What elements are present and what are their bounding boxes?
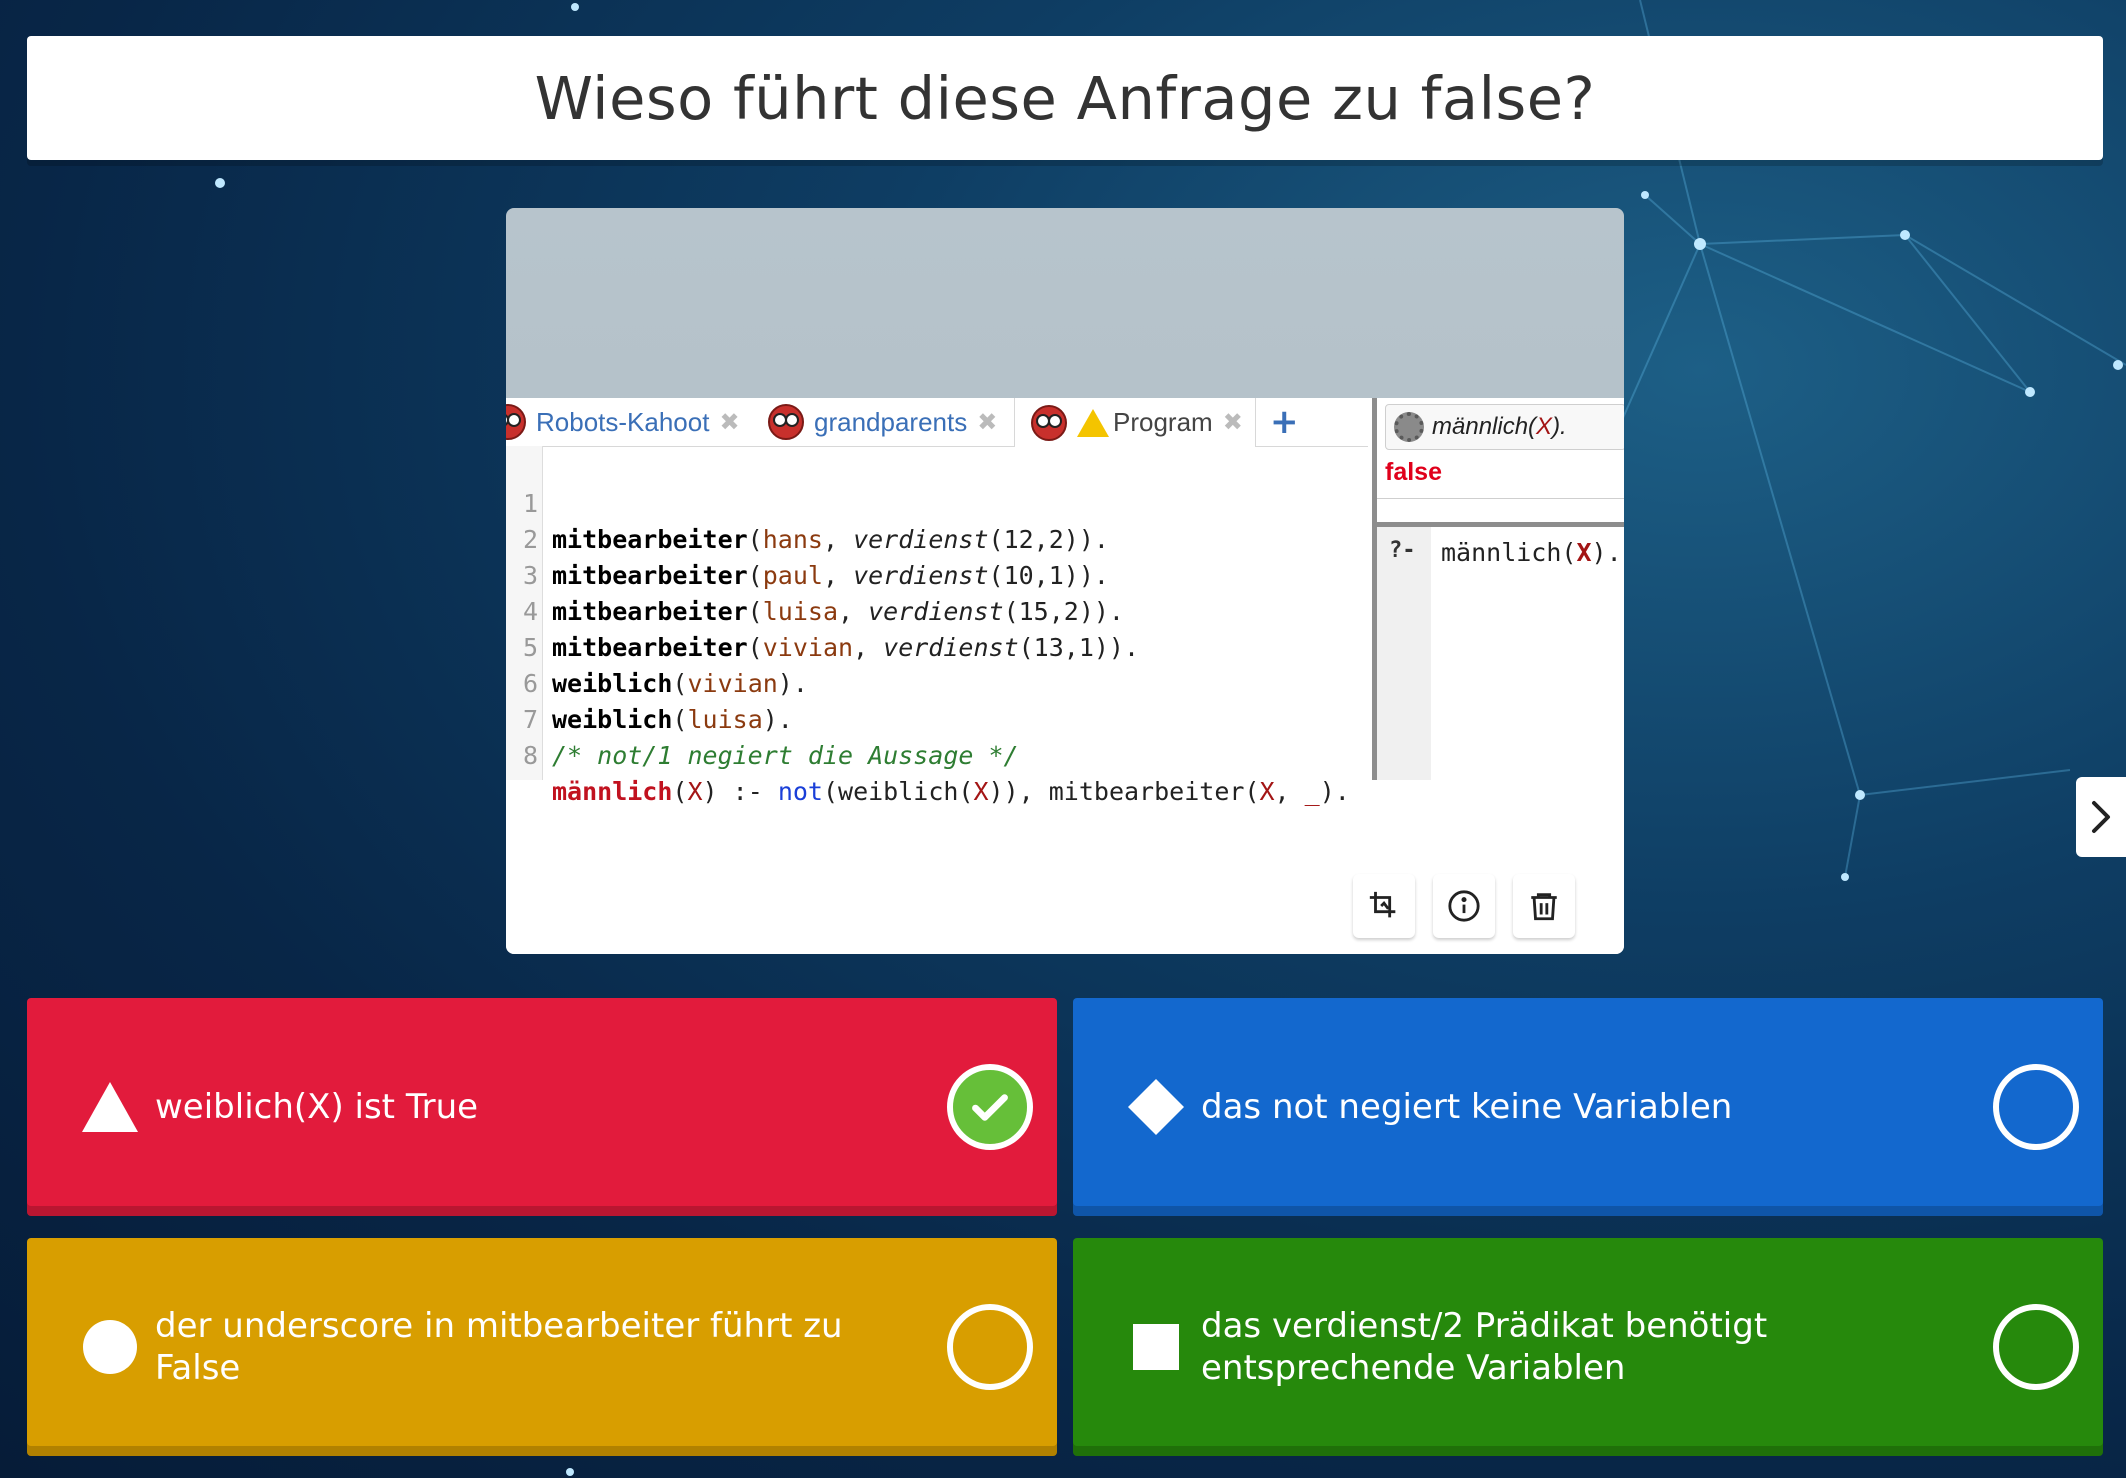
diamond-icon bbox=[1101, 1052, 1211, 1162]
code-line: 3 mitbearbeiter(luisa, verdienst(15,2)). bbox=[522, 561, 1124, 626]
close-icon[interactable]: ✖ bbox=[977, 408, 997, 437]
answer-option-4[interactable]: das verdienst/2 Prädikat benötigt entspr… bbox=[1073, 1238, 2103, 1456]
close-icon[interactable]: ✖ bbox=[1223, 408, 1243, 437]
crop-icon bbox=[1369, 891, 1396, 918]
info-icon bbox=[1448, 890, 1480, 922]
select-circle-icon[interactable] bbox=[1993, 1064, 2079, 1150]
square-icon bbox=[1101, 1292, 1211, 1402]
info-button[interactable] bbox=[1433, 874, 1495, 938]
gear-icon bbox=[1394, 412, 1424, 442]
tab-label: grandparents bbox=[814, 406, 968, 437]
owl-icon bbox=[506, 404, 526, 440]
correct-check-icon[interactable] bbox=[947, 1064, 1033, 1150]
tab-robots-kahoot[interactable]: Robots-Kahoot ✖ bbox=[506, 398, 740, 446]
query-pane: männlich(X). false ?- männlich(X). bbox=[1377, 398, 1624, 780]
trash-icon bbox=[1531, 893, 1557, 921]
query-input[interactable]: männlich(X). bbox=[1441, 538, 1624, 568]
tab-program[interactable]: Program ✖ bbox=[1014, 398, 1256, 447]
code-line: 1 mitbearbeiter(hans, verdienst(12,2)). bbox=[522, 489, 1109, 554]
circle-icon bbox=[55, 1292, 165, 1402]
new-tab-button[interactable]: + bbox=[1270, 398, 1299, 446]
answer-text: weiblich(X) ist True bbox=[155, 1087, 479, 1127]
question-media: Robots-Kahoot ✖ grandparents ✖ Program ✖… bbox=[506, 208, 1624, 954]
question-title-bar: Wieso führt diese Anfrage zu false? bbox=[27, 36, 2103, 160]
answer-text: der underscore in mitbearbeiter führt zu… bbox=[155, 1306, 843, 1388]
code-comment-line: 7 /* not/1 negiert die Aussage */ bbox=[522, 705, 1019, 770]
answer-text: das not negiert keine Variablen bbox=[1201, 1087, 1733, 1127]
triangle-icon bbox=[55, 1052, 165, 1162]
close-icon[interactable]: ✖ bbox=[719, 408, 739, 437]
editor-tabs: Robots-Kahoot ✖ grandparents ✖ Program ✖… bbox=[506, 398, 1368, 447]
code-editor[interactable]: 1 mitbearbeiter(hans, verdienst(12,2)). … bbox=[506, 446, 1368, 806]
select-circle-icon[interactable] bbox=[947, 1304, 1033, 1390]
answer-option-2[interactable]: das not negiert keine Variablen bbox=[1073, 998, 2103, 1216]
next-slide-button[interactable] bbox=[2076, 777, 2126, 857]
question-title: Wieso führt diese Anfrage zu false? bbox=[534, 63, 1596, 133]
code-line: 6 weiblich(luisa). bbox=[522, 669, 793, 734]
owl-icon bbox=[768, 404, 804, 440]
tab-label: Robots-Kahoot bbox=[536, 406, 710, 437]
media-screenshot: Robots-Kahoot ✖ grandparents ✖ Program ✖… bbox=[506, 398, 1624, 954]
answer-option-1[interactable]: weiblich(X) ist True bbox=[27, 998, 1057, 1216]
code-rule-line: 8 männlich(X) :- not(weiblich(X)), mitbe… bbox=[522, 741, 1350, 806]
answer-text: das verdienst/2 Prädikat benötigt entspr… bbox=[1201, 1306, 1768, 1388]
tab-grandparents[interactable]: grandparents ✖ bbox=[768, 398, 997, 446]
select-circle-icon[interactable] bbox=[1993, 1304, 2079, 1390]
delete-button[interactable] bbox=[1513, 874, 1575, 938]
crop-button[interactable] bbox=[1353, 874, 1415, 938]
warning-icon bbox=[1077, 408, 1109, 437]
tab-label: Program bbox=[1113, 407, 1213, 437]
query-prompt: ?- bbox=[1389, 538, 1416, 563]
chevron-right-icon bbox=[2092, 801, 2110, 833]
owl-icon bbox=[1031, 404, 1067, 441]
code-line: 4 mitbearbeiter(vivian, verdienst(13,1))… bbox=[522, 597, 1140, 662]
query-result-header: männlich(X). bbox=[1385, 404, 1624, 450]
code-line: 5 weiblich(vivian). bbox=[522, 633, 808, 698]
query-result-false: false bbox=[1385, 458, 1442, 486]
answer-option-3[interactable]: der underscore in mitbearbeiter führt zu… bbox=[27, 1238, 1057, 1456]
code-line: 2 mitbearbeiter(paul, verdienst(10,1)). bbox=[522, 525, 1109, 590]
